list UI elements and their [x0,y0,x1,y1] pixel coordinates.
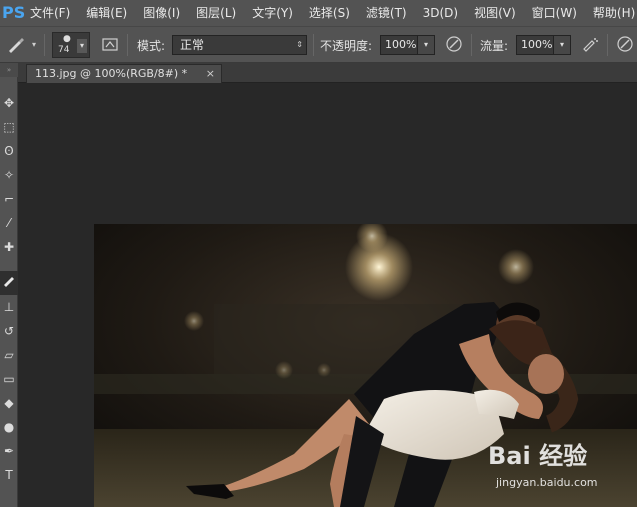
options-bar: ▾ ● 74 ▾ 模式: 正常 ⇕ 不透明度: 100% ▾ 流量: 100% … [0,26,637,63]
marquee-tool-icon[interactable]: ⬚ [0,115,18,139]
menu-image[interactable]: 图像(I) [135,0,188,26]
brush-picker[interactable]: ● 74 ▾ [52,32,90,58]
blend-mode-select[interactable]: 正常 ⇕ [172,35,307,55]
brush-panel-toggle-icon[interactable] [100,35,120,55]
menu-filter[interactable]: 滤镜(T) [358,0,415,26]
menu-type[interactable]: 文字(Y) [244,0,301,26]
brush-tool-preset-icon[interactable] [6,35,26,55]
clone-stamp-tool-icon[interactable]: ⊥ [0,295,18,319]
healing-brush-tool-icon[interactable]: ✚ [0,235,18,259]
watermark-url: jingyan.baidu.com [496,476,598,489]
watermark-brand: Bai 经验 [488,442,588,470]
opacity-label: 不透明度: [320,38,373,53]
eraser-tool-icon[interactable]: ▱ [0,343,18,367]
opacity-dropdown-icon[interactable]: ▾ [417,35,435,55]
document-tab-bar: 113.jpg @ 100%(RGB/8#) * × [18,63,637,83]
move-tool-icon[interactable]: ✥ [0,91,18,115]
menu-select[interactable]: 选择(S) [301,0,358,26]
flow-input[interactable]: 100% [516,35,554,55]
crop-tool-icon[interactable]: ⌐ [0,187,18,211]
magic-wand-tool-icon[interactable]: ✧ [0,163,18,187]
tool-preset-dropdown-icon[interactable]: ▾ [28,35,40,55]
blur-tool-icon[interactable]: ◆ [0,391,18,415]
gradient-tool-icon[interactable]: ▭ [0,367,18,391]
eyedropper-tool-icon[interactable]: ⁄ [0,211,18,235]
brush-tool-icon[interactable] [0,271,18,295]
dodge-tool-icon[interactable]: ● [0,415,18,439]
brush-size-value: 74 [58,45,70,55]
menu-file[interactable]: 文件(F) [22,0,78,26]
pen-tool-icon[interactable]: ✒ [0,439,18,463]
pressure-size-icon[interactable] [615,35,635,55]
separator [313,34,314,56]
close-icon[interactable]: × [206,65,215,83]
blend-mode-value: 正常 [180,38,205,52]
baidu-jingyan-watermark: Bai 经验 jingyan.baidu.com [488,436,634,496]
type-tool-icon[interactable]: T [0,463,18,487]
menu-bar: PS 文件(F) 编辑(E) 图像(I) 图层(L) 文字(Y) 选择(S) 滤… [0,0,637,26]
pressure-opacity-icon[interactable] [444,35,464,55]
separator [44,34,45,56]
separator [607,34,608,56]
app-logo: PS [2,3,26,22]
flow-label: 流量: [480,38,509,53]
mode-label: 模式: [137,38,166,53]
separator [471,34,472,56]
flow-dropdown-icon[interactable]: ▾ [553,35,571,55]
airbrush-icon[interactable] [580,35,600,55]
document-tab-title: 113.jpg @ 100%(RGB/8#) * [35,67,188,80]
separator [127,34,128,56]
panel-grip-icon[interactable]: » [0,63,18,77]
menu-window[interactable]: 窗口(W) [524,0,585,26]
brush-tip-icon: ● [63,34,71,44]
menu-help[interactable]: 帮助(H) [585,0,637,26]
menu-view[interactable]: 视图(V) [466,0,524,26]
history-brush-tool-icon[interactable]: ↺ [0,319,18,343]
document-tab[interactable]: 113.jpg @ 100%(RGB/8#) * × [26,64,222,83]
lasso-tool-icon[interactable]: ʘ [0,139,18,163]
brush-picker-dropdown-icon[interactable]: ▾ [77,39,87,53]
menu-layer[interactable]: 图层(L) [188,0,244,26]
tools-panel: » ✥ ⬚ ʘ ✧ ⌐ ⁄ ✚ ⊥ ↺ ▱ ▭ ◆ ● ✒ T [0,63,18,507]
menu-edit[interactable]: 编辑(E) [78,0,135,26]
opacity-input[interactable]: 100% [380,35,418,55]
chevron-updown-icon: ⇕ [296,40,303,49]
menu-3d[interactable]: 3D(D) [415,0,466,26]
